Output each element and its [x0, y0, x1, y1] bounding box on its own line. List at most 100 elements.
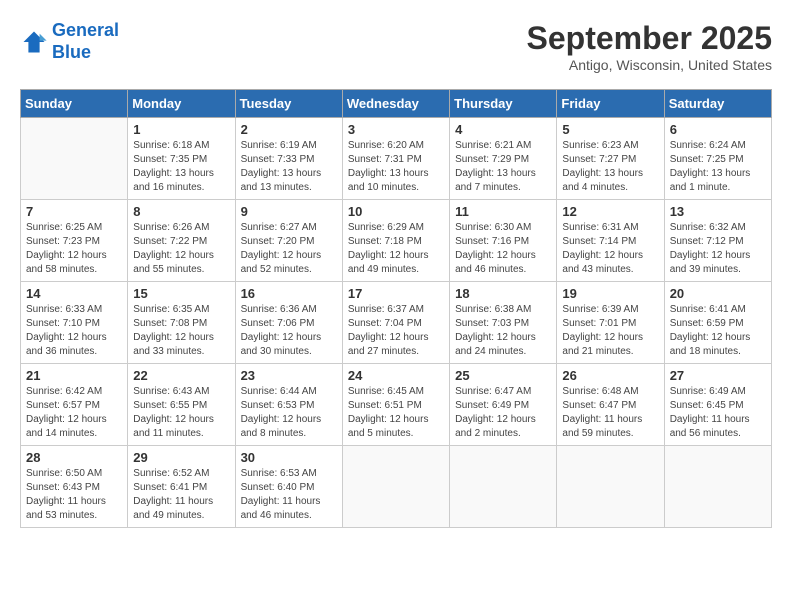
cell-info: Sunrise: 6:41 AMSunset: 6:59 PMDaylight:… [670, 303, 766, 359]
day-number: 8 [133, 204, 229, 219]
calendar-cell: 13 Sunrise: 6:32 AMSunset: 7:12 PMDayligh… [664, 200, 771, 282]
cell-info: Sunrise: 6:50 AMSunset: 6:43 PMDaylight:… [26, 467, 122, 523]
weekday-header-tuesday: Tuesday [235, 90, 342, 118]
day-number: 7 [26, 204, 122, 219]
weekday-header-monday: Monday [128, 90, 235, 118]
cell-info: Sunrise: 6:35 AMSunset: 7:08 PMDaylight:… [133, 303, 229, 359]
week-row-3: 14Sunrise: 6:33 AMSunset: 7:10 PMDayligh… [21, 282, 772, 364]
day-number: 15 [133, 286, 229, 301]
calendar-cell: 21Sunrise: 6:42 AMSunset: 6:57 PMDayligh… [21, 364, 128, 446]
calendar-cell: 3 Sunrise: 6:20 AMSunset: 7:31 PMDaylight… [342, 118, 449, 200]
calendar-cell: 27 Sunrise: 6:49 AMSunset: 6:45 PMDayligh… [664, 364, 771, 446]
logo-icon [20, 28, 48, 56]
day-number: 26 [562, 368, 658, 383]
calendar-cell: 20 Sunrise: 6:41 AMSunset: 6:59 PMDayligh… [664, 282, 771, 364]
calendar-cell: 5 Sunrise: 6:23 AMSunset: 7:27 PMDaylight… [557, 118, 664, 200]
week-row-2: 7 Sunrise: 6:25 AMSunset: 7:23 PMDaylight… [21, 200, 772, 282]
calendar-cell: 30 Sunrise: 6:53 AMSunset: 6:40 PMDayligh… [235, 446, 342, 528]
calendar-cell: 25 Sunrise: 6:47 AMSunset: 6:49 PMDayligh… [450, 364, 557, 446]
cell-info: Sunrise: 6:47 AMSunset: 6:49 PMDaylight:… [455, 385, 551, 441]
cell-info: Sunrise: 6:24 AMSunset: 7:25 PMDaylight:… [670, 139, 766, 195]
day-number: 19 [562, 286, 658, 301]
cell-info: Sunrise: 6:18 AMSunset: 7:35 PMDaylight:… [133, 139, 229, 195]
day-number: 16 [241, 286, 337, 301]
calendar-cell: 26 Sunrise: 6:48 AMSunset: 6:47 PMDayligh… [557, 364, 664, 446]
day-number: 24 [348, 368, 444, 383]
cell-info: Sunrise: 6:32 AMSunset: 7:12 PMDaylight:… [670, 221, 766, 277]
logo: General Blue [20, 20, 119, 63]
logo-line1: General [52, 20, 119, 40]
location-subtitle: Antigo, Wisconsin, United States [527, 57, 772, 73]
calendar-cell: 12Sunrise: 6:31 AMSunset: 7:14 PMDayligh… [557, 200, 664, 282]
day-number: 17 [348, 286, 444, 301]
cell-info: Sunrise: 6:38 AMSunset: 7:03 PMDaylight:… [455, 303, 551, 359]
calendar-cell: 11 Sunrise: 6:30 AMSunset: 7:16 PMDayligh… [450, 200, 557, 282]
calendar-cell: 19 Sunrise: 6:39 AMSunset: 7:01 PMDayligh… [557, 282, 664, 364]
calendar-cell: 22 Sunrise: 6:43 AMSunset: 6:55 PMDayligh… [128, 364, 235, 446]
cell-info: Sunrise: 6:48 AMSunset: 6:47 PMDaylight:… [562, 385, 658, 441]
calendar-cell: 8 Sunrise: 6:26 AMSunset: 7:22 PMDaylight… [128, 200, 235, 282]
cell-info: Sunrise: 6:45 AMSunset: 6:51 PMDaylight:… [348, 385, 444, 441]
day-number: 9 [241, 204, 337, 219]
calendar-cell: 16 Sunrise: 6:36 AMSunset: 7:06 PMDayligh… [235, 282, 342, 364]
weekday-header-friday: Friday [557, 90, 664, 118]
page-header: General Blue September 2025 Antigo, Wisc… [20, 20, 772, 73]
calendar-cell: 10Sunrise: 6:29 AMSunset: 7:18 PMDayligh… [342, 200, 449, 282]
cell-info: Sunrise: 6:43 AMSunset: 6:55 PMDaylight:… [133, 385, 229, 441]
day-number: 30 [241, 450, 337, 465]
cell-info: Sunrise: 6:19 AMSunset: 7:33 PMDaylight:… [241, 139, 337, 195]
day-number: 18 [455, 286, 551, 301]
calendar-cell: 6Sunrise: 6:24 AMSunset: 7:25 PMDaylight… [664, 118, 771, 200]
day-number: 22 [133, 368, 229, 383]
day-number: 2 [241, 122, 337, 137]
weekday-header-row: SundayMondayTuesdayWednesdayThursdayFrid… [21, 90, 772, 118]
calendar-cell: 24 Sunrise: 6:45 AMSunset: 6:51 PMDayligh… [342, 364, 449, 446]
calendar-cell: 15 Sunrise: 6:35 AMSunset: 7:08 PMDayligh… [128, 282, 235, 364]
cell-info: Sunrise: 6:30 AMSunset: 7:16 PMDaylight:… [455, 221, 551, 277]
calendar-cell: 17 Sunrise: 6:37 AMSunset: 7:04 PMDayligh… [342, 282, 449, 364]
cell-info: Sunrise: 6:37 AMSunset: 7:04 PMDaylight:… [348, 303, 444, 359]
cell-info: Sunrise: 6:53 AMSunset: 6:40 PMDaylight:… [241, 467, 337, 523]
day-number: 25 [455, 368, 551, 383]
cell-info: Sunrise: 6:21 AMSunset: 7:29 PMDaylight:… [455, 139, 551, 195]
day-number: 11 [455, 204, 551, 219]
weekday-header-thursday: Thursday [450, 90, 557, 118]
cell-info: Sunrise: 6:23 AMSunset: 7:27 PMDaylight:… [562, 139, 658, 195]
calendar-cell [557, 446, 664, 528]
calendar-cell: 2 Sunrise: 6:19 AMSunset: 7:33 PMDaylight… [235, 118, 342, 200]
calendar-table: SundayMondayTuesdayWednesdayThursdayFrid… [20, 89, 772, 528]
day-number: 5 [562, 122, 658, 137]
cell-info: Sunrise: 6:52 AMSunset: 6:41 PMDaylight:… [133, 467, 229, 523]
calendar-cell: 28Sunrise: 6:50 AMSunset: 6:43 PMDayligh… [21, 446, 128, 528]
cell-info: Sunrise: 6:36 AMSunset: 7:06 PMDaylight:… [241, 303, 337, 359]
calendar-cell: 1 Sunrise: 6:18 AMSunset: 7:35 PMDaylight… [128, 118, 235, 200]
calendar-cell [21, 118, 128, 200]
month-title: September 2025 [527, 20, 772, 57]
day-number: 4 [455, 122, 551, 137]
weekday-header-saturday: Saturday [664, 90, 771, 118]
week-row-5: 28Sunrise: 6:50 AMSunset: 6:43 PMDayligh… [21, 446, 772, 528]
weekday-header-sunday: Sunday [21, 90, 128, 118]
cell-info: Sunrise: 6:26 AMSunset: 7:22 PMDaylight:… [133, 221, 229, 277]
day-number: 3 [348, 122, 444, 137]
day-number: 1 [133, 122, 229, 137]
day-number: 10 [348, 204, 444, 219]
day-number: 20 [670, 286, 766, 301]
calendar-cell [450, 446, 557, 528]
day-number: 13 [670, 204, 766, 219]
logo-line2: Blue [52, 42, 91, 62]
cell-info: Sunrise: 6:20 AMSunset: 7:31 PMDaylight:… [348, 139, 444, 195]
title-block: September 2025 Antigo, Wisconsin, United… [527, 20, 772, 73]
calendar-cell: 7 Sunrise: 6:25 AMSunset: 7:23 PMDaylight… [21, 200, 128, 282]
cell-info: Sunrise: 6:39 AMSunset: 7:01 PMDaylight:… [562, 303, 658, 359]
day-number: 14 [26, 286, 122, 301]
week-row-1: 1 Sunrise: 6:18 AMSunset: 7:35 PMDaylight… [21, 118, 772, 200]
cell-info: Sunrise: 6:25 AMSunset: 7:23 PMDaylight:… [26, 221, 122, 277]
logo-text: General Blue [52, 20, 119, 63]
calendar-cell: 14Sunrise: 6:33 AMSunset: 7:10 PMDayligh… [21, 282, 128, 364]
day-number: 27 [670, 368, 766, 383]
cell-info: Sunrise: 6:31 AMSunset: 7:14 PMDaylight:… [562, 221, 658, 277]
calendar-cell: 23Sunrise: 6:44 AMSunset: 6:53 PMDayligh… [235, 364, 342, 446]
calendar-cell: 18 Sunrise: 6:38 AMSunset: 7:03 PMDayligh… [450, 282, 557, 364]
cell-info: Sunrise: 6:49 AMSunset: 6:45 PMDaylight:… [670, 385, 766, 441]
